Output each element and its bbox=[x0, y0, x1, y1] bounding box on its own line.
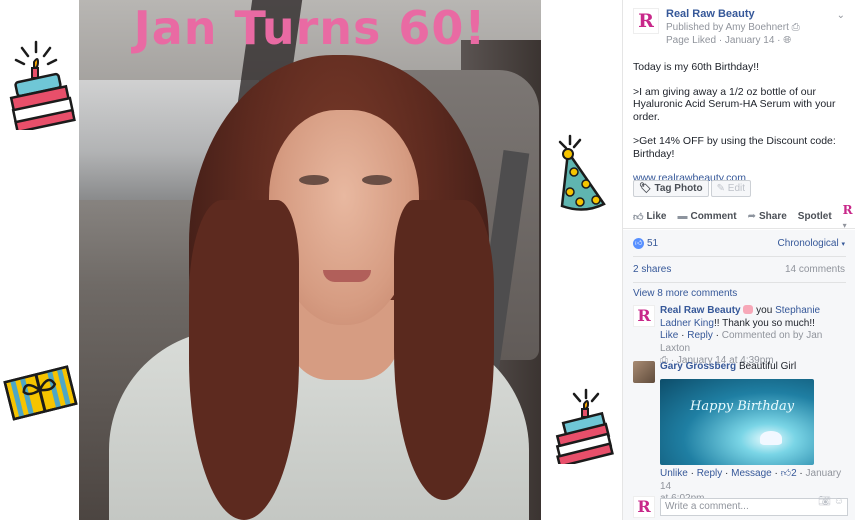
comment-author[interactable]: Real Raw Beauty bbox=[660, 305, 741, 316]
sticker-icon[interactable]: ☺ bbox=[834, 496, 844, 507]
comments-count[interactable]: 14 comments bbox=[785, 264, 845, 275]
spotlet-label: Spotlet bbox=[797, 211, 832, 222]
divider bbox=[633, 256, 846, 257]
chevron-down-icon[interactable]: ⌄ bbox=[837, 10, 845, 21]
like-count-value: 51 bbox=[647, 238, 659, 249]
comment-order-select[interactable]: Chronological ▾ bbox=[778, 238, 845, 249]
page-liked: Page Liked · January 14 · 🌐︎ bbox=[666, 34, 800, 47]
share-label: Share bbox=[758, 211, 787, 222]
birthday-image-text: Happy Birthday bbox=[690, 399, 795, 414]
tag-icon: 🏷︎ bbox=[639, 183, 652, 194]
post-paragraph-3: >Get 14% OFF by using the Discount code:… bbox=[633, 135, 836, 160]
page-avatar[interactable]: R bbox=[633, 8, 659, 34]
commented-on-by: Commented on by Jan Laxton bbox=[660, 330, 823, 354]
selfie-photo[interactable] bbox=[79, 0, 541, 520]
like-button[interactable]: 👍︎ Like bbox=[633, 211, 666, 223]
comment-button[interactable]: ▬ Comment bbox=[677, 211, 736, 222]
comment-body: Real Raw Beauty you Stephanie Ladner Kin… bbox=[660, 305, 848, 368]
pencil-icon: ✎ bbox=[716, 183, 726, 194]
post-header: R Real Raw Beauty Published by Amy Boehn… bbox=[623, 0, 855, 55]
tag-photo-label: Tag Photo bbox=[654, 183, 703, 194]
message-link[interactable]: Message bbox=[731, 468, 772, 479]
comment-likes[interactable]: 👍︎2 bbox=[781, 468, 797, 479]
comment-like-link[interactable]: Like bbox=[660, 330, 678, 341]
post-panel: R Real Raw Beauty Published by Amy Boehn… bbox=[622, 0, 855, 520]
like-label: Like bbox=[646, 211, 667, 222]
hair-right bbox=[394, 200, 494, 500]
chevron-down-icon-2: ▾ bbox=[842, 219, 847, 230]
mouth bbox=[323, 270, 371, 282]
party-hat-icon bbox=[558, 134, 606, 211]
post-paragraph-1: Today is my 60th Birthday!! bbox=[633, 61, 760, 73]
comment-body-2: Gary Grossberg Beautiful Girl bbox=[660, 361, 848, 374]
share-button[interactable]: ➦ Share bbox=[748, 211, 787, 222]
like-reaction-icon: 👍︎ bbox=[633, 238, 644, 249]
birthday-cake-icon-2 bbox=[555, 388, 614, 464]
commenter-avatar-2[interactable] bbox=[633, 361, 655, 383]
caret-icon: ▾ bbox=[841, 241, 845, 248]
edit-button[interactable]: ✎ Edit bbox=[710, 180, 752, 197]
comment-icon: ▬ bbox=[677, 211, 688, 222]
page-liked-text: Page Liked · January 14 · bbox=[666, 35, 784, 46]
comment-likes-value: 2 bbox=[791, 468, 797, 479]
comment-text-b: !! Thank you so much!! bbox=[713, 317, 815, 329]
reply-link-2[interactable]: Reply bbox=[697, 468, 723, 479]
edit-label: Edit bbox=[727, 183, 746, 194]
comment-author-2[interactable]: Gary Grossberg bbox=[660, 361, 736, 372]
published-by-text: Published by Amy Boehnert bbox=[666, 22, 789, 33]
comment-meta: Like · Reply · Commented on by Jan Laxto… bbox=[660, 330, 823, 354]
comment-item-2: Gary Grossberg Beautiful Girl Happy Birt… bbox=[633, 361, 848, 504]
photo-stage: Jan Turns 60! bbox=[0, 0, 622, 520]
camera-icon[interactable]: 📷︎ bbox=[818, 496, 831, 507]
action-bar: 👍︎ Like ▬ Comment ➦ Share Spotlet R ▾ bbox=[623, 203, 855, 231]
left-eye bbox=[299, 175, 329, 185]
composer-icons: 📷︎ ☺ bbox=[818, 496, 844, 507]
post-as-letter: R bbox=[842, 202, 853, 217]
thumbs-up-icon-2: 👍︎ bbox=[780, 468, 792, 479]
comment-label: Comment bbox=[690, 211, 737, 222]
published-by: Published by Amy Boehnert ⎙ bbox=[666, 21, 800, 34]
divider-2 bbox=[633, 282, 846, 283]
comment-order-label: Chronological bbox=[777, 238, 839, 249]
commenter-avatar[interactable]: R bbox=[633, 305, 655, 327]
post-text: Today is my 60th Birthday!! >I am giving… bbox=[633, 61, 848, 197]
post-as-avatar[interactable]: R ▾ bbox=[843, 203, 853, 231]
comment-reply-link[interactable]: Reply bbox=[687, 330, 713, 341]
thumbs-up-icon: 👍︎ bbox=[633, 211, 644, 223]
heart-icon bbox=[743, 305, 754, 314]
page-name-link[interactable]: Real Raw Beauty bbox=[666, 8, 800, 21]
photo-tools: 🏷︎ Tag Photo ✎ Edit bbox=[633, 180, 752, 197]
gift-box-icon bbox=[3, 365, 78, 421]
birthday-cake-icon bbox=[9, 40, 76, 130]
spotlet-button[interactable]: Spotlet bbox=[798, 211, 832, 222]
tag-photo-button[interactable]: 🏷︎ Tag Photo bbox=[633, 180, 709, 197]
share-icon: ➦ bbox=[747, 211, 756, 222]
unlike-link[interactable]: Unlike bbox=[660, 468, 688, 479]
right-eye bbox=[362, 175, 392, 185]
hair-left bbox=[189, 200, 299, 520]
view-more-comments-link[interactable]: View 8 more comments bbox=[633, 288, 737, 299]
like-count[interactable]: 👍︎ 51 bbox=[633, 238, 658, 249]
post-header-text: Real Raw Beauty Published by Amy Boehner… bbox=[666, 8, 800, 47]
shares-link[interactable]: 2 shares bbox=[633, 264, 671, 275]
birthday-image[interactable]: Happy Birthday bbox=[660, 379, 814, 465]
photo-title: Jan Turns 60! bbox=[133, 1, 487, 55]
comment-text-a: you bbox=[753, 305, 776, 316]
globe-icon: 🌐︎ bbox=[783, 35, 792, 46]
publisher-icon: ⎙ bbox=[791, 22, 800, 33]
composer-avatar: R bbox=[633, 496, 655, 518]
write-comment: R Write a comment... 📷︎ ☺ bbox=[633, 495, 848, 519]
comment-text-2: Beautiful Girl bbox=[738, 361, 797, 372]
lotus-icon bbox=[760, 431, 782, 445]
comment-item: R Real Raw Beauty you Stephanie Ladner K… bbox=[633, 305, 848, 366]
post-paragraph-2: >I am giving away a 1/2 oz bottle of our… bbox=[633, 85, 836, 123]
